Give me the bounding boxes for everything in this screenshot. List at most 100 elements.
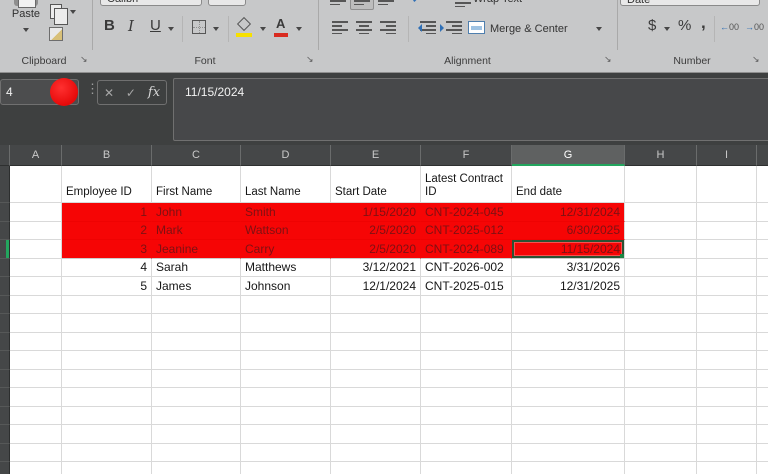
grid-cell[interactable] (152, 406, 241, 425)
grid-cell[interactable] (10, 258, 62, 277)
merge-center-icon[interactable] (468, 21, 485, 34)
underline-dropdown-chevron-icon[interactable] (168, 27, 174, 34)
grid-cell[interactable] (10, 277, 62, 296)
grid-cell[interactable] (625, 277, 697, 296)
grid-cell[interactable] (625, 443, 697, 462)
grid-cell[interactable] (331, 332, 421, 351)
top-align-icon[interactable] (330, 0, 346, 5)
grid-cell[interactable] (241, 351, 331, 370)
fill-color-icon[interactable] (236, 16, 252, 32)
grid-cell[interactable] (152, 369, 241, 388)
grid-cell[interactable] (421, 295, 512, 314)
paste-button[interactable]: Paste (0, 8, 52, 20)
grid-cell[interactable] (241, 295, 331, 314)
grid-cell[interactable]: 3/31/2026 (512, 258, 625, 277)
grid-cell[interactable] (512, 443, 625, 462)
paste-dropdown-chevron-icon[interactable] (23, 28, 29, 35)
grid-cell[interactable]: James (152, 277, 241, 296)
grid-cell[interactable] (10, 388, 62, 407)
grid-cell[interactable] (152, 388, 241, 407)
grid-cell[interactable] (241, 332, 331, 351)
align-left-icon[interactable] (332, 21, 348, 34)
grid-cell[interactable]: 1/15/2020 (331, 203, 421, 222)
grid-cell[interactable]: CNT-2024-089 (421, 240, 512, 259)
grid-cell[interactable] (625, 258, 697, 277)
grid-cell[interactable]: 6/30/2025 (512, 221, 625, 240)
grid-cell[interactable] (241, 443, 331, 462)
orientation-icon[interactable] (413, 0, 423, 2)
grid-cell[interactable]: 4 (62, 258, 152, 277)
grid-cell[interactable]: 2/5/2020 (331, 221, 421, 240)
grid-cell[interactable] (331, 351, 421, 370)
grid-cell[interactable] (241, 388, 331, 407)
grid-cell[interactable] (62, 351, 152, 370)
grid-cell[interactable] (10, 240, 62, 259)
underline-button[interactable]: U (150, 17, 161, 34)
header-cell[interactable]: Latest Contract ID (421, 166, 512, 203)
grid-cell[interactable] (62, 462, 152, 474)
row-header[interactable] (0, 240, 10, 259)
grid-cell[interactable] (10, 406, 62, 425)
grid-cell[interactable] (625, 314, 697, 333)
header-cell[interactable]: First Name (152, 166, 241, 203)
grid-cell[interactable] (152, 314, 241, 333)
row-header[interactable] (0, 369, 10, 388)
align-right-icon[interactable] (380, 21, 396, 34)
grid-cell[interactable] (625, 369, 697, 388)
bottom-align-icon[interactable] (378, 0, 394, 5)
grid-cell[interactable] (757, 388, 768, 407)
grid-cell[interactable]: 2/5/2020 (331, 240, 421, 259)
row-header[interactable] (0, 462, 10, 474)
grid-cell[interactable]: CNT-2024-045 (421, 203, 512, 222)
currency-button[interactable]: $ (648, 17, 656, 34)
grid-cell[interactable] (512, 351, 625, 370)
grid-cell[interactable] (421, 351, 512, 370)
grid-cell[interactable] (62, 369, 152, 388)
grid-cell[interactable] (697, 369, 757, 388)
grid-cell[interactable] (512, 425, 625, 444)
font-color-dropdown-chevron-icon[interactable] (296, 27, 302, 34)
header-cell[interactable]: End date (512, 166, 625, 203)
grid-cell[interactable] (241, 369, 331, 388)
insert-function-icon[interactable]: fx (148, 85, 160, 100)
row-header[interactable] (0, 166, 10, 203)
grid-cell[interactable] (331, 295, 421, 314)
grid-cell[interactable] (625, 240, 697, 259)
column-header-H[interactable]: H (625, 145, 697, 166)
grid-cell[interactable] (10, 314, 62, 333)
grid-cell[interactable] (62, 314, 152, 333)
select-all-corner[interactable] (0, 145, 10, 166)
clipboard-dialog-launcher-icon[interactable]: ↘ (80, 55, 88, 64)
font-name-combobox[interactable]: Calibri (100, 0, 202, 6)
borders-icon[interactable] (192, 20, 206, 34)
grid-cell[interactable] (625, 295, 697, 314)
grid-cell[interactable] (512, 332, 625, 351)
grid-cell[interactable]: Jeanine (152, 240, 241, 259)
column-header-D[interactable]: D (241, 145, 331, 166)
header-cell[interactable]: Last Name (241, 166, 331, 203)
grid-cell[interactable] (152, 443, 241, 462)
grid-cell[interactable] (331, 425, 421, 444)
copy-icon[interactable] (50, 4, 68, 25)
grid-cell[interactable] (757, 406, 768, 425)
header-cell[interactable] (625, 166, 697, 203)
row-header[interactable] (0, 203, 10, 222)
column-header-G[interactable]: G (512, 145, 625, 166)
column-header-cut[interactable] (757, 145, 768, 166)
grid-cell[interactable] (697, 406, 757, 425)
grid-cell[interactable]: Matthews (241, 258, 331, 277)
fill-color-swatch[interactable] (236, 33, 252, 37)
grid-cell[interactable] (757, 369, 768, 388)
grid-cell[interactable] (10, 351, 62, 370)
wrap-text-icon[interactable] (455, 0, 471, 7)
grid-cell[interactable]: 12/31/2025 (512, 277, 625, 296)
row-header[interactable] (0, 406, 10, 425)
grid-cell[interactable] (697, 203, 757, 222)
grid-cell[interactable] (697, 351, 757, 370)
grid-cell[interactable] (697, 388, 757, 407)
grid-cell[interactable] (697, 332, 757, 351)
grid-cell[interactable] (421, 406, 512, 425)
grid-cell[interactable] (421, 462, 512, 474)
italic-button[interactable]: I (128, 17, 134, 35)
grid-cell[interactable] (757, 240, 768, 259)
